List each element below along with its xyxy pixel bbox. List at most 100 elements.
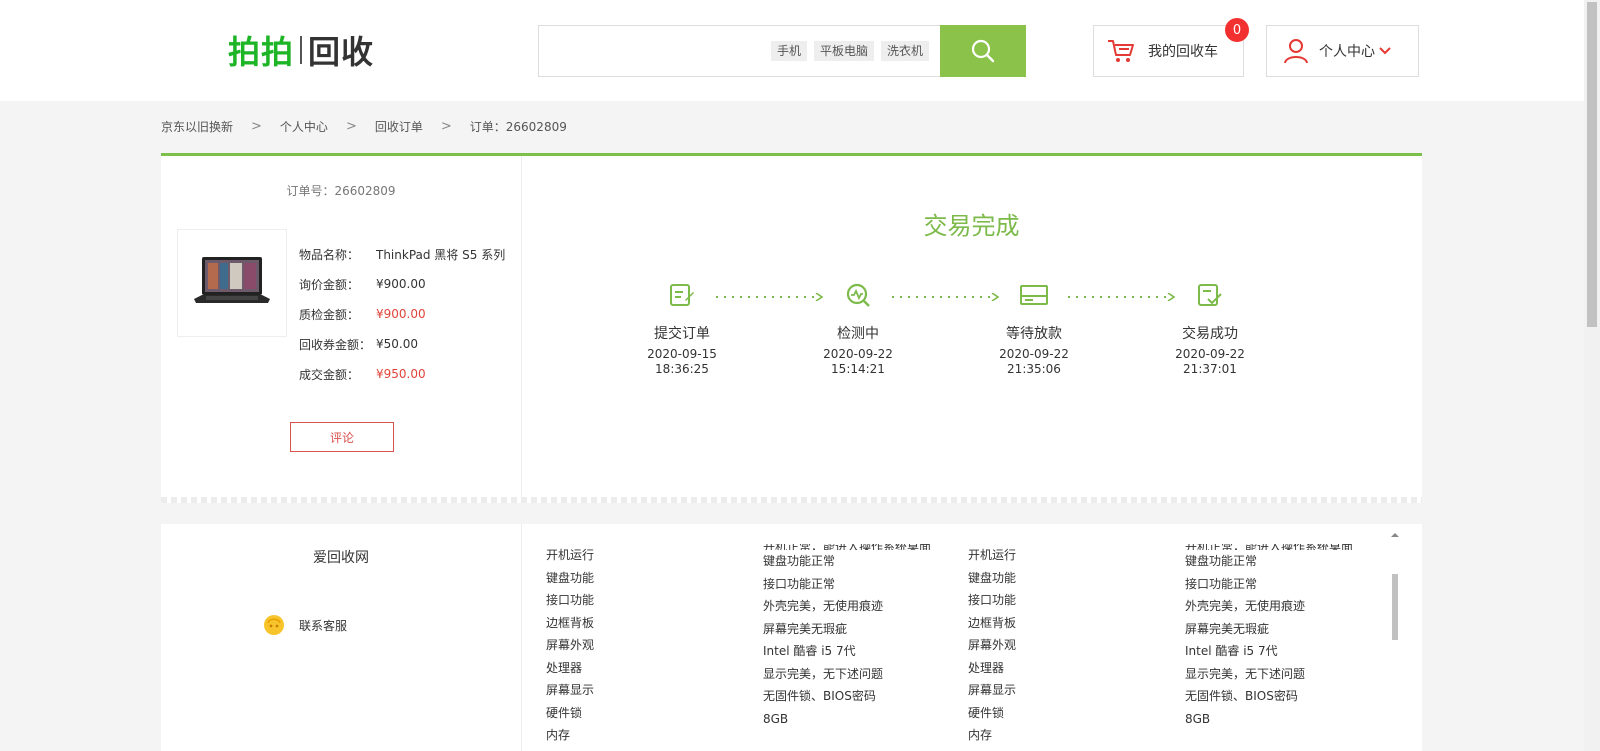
info-value: ¥50.00 xyxy=(376,337,418,351)
detail-value: Intel 酷睿 i5 7代 xyxy=(763,644,856,658)
detail-label: 内存 xyxy=(546,728,571,742)
detail-value: 接口功能正常 xyxy=(763,576,836,591)
search-button[interactable] xyxy=(940,25,1026,77)
search-icon xyxy=(971,39,995,63)
logo-separator xyxy=(300,36,303,64)
order-card: 订单号：26602809 物品名称： ThinkPad 黑将 S5 系列 询价金… xyxy=(161,153,1422,503)
info-label: 成交金额： xyxy=(299,367,360,382)
recycle-cart-button[interactable]: 我的回收车 0 xyxy=(1093,18,1249,77)
detail-value: 无固件锁、BIOS密码 xyxy=(1185,689,1298,703)
search-tag[interactable]: 洗衣机 xyxy=(880,41,929,61)
detail-label: 内存 xyxy=(968,728,993,742)
inspection-detail-card: 爱回收网 联系客服 开机运行 键盘功能 接口功能 边框背板 屏幕外观 处理器 屏… xyxy=(161,524,1422,751)
step-date: 2020-09-22 xyxy=(823,347,893,361)
detail-label: 屏幕显示 xyxy=(968,683,1017,697)
detail-labels-right: 开机运行 键盘功能 接口功能 边框背板 屏幕外观 处理器 屏幕显示 硬件锁 内存 xyxy=(968,544,1016,747)
detail-value: 显示完美，无下述问题 xyxy=(763,666,884,681)
site-logo[interactable]: 拍拍 回收 xyxy=(228,30,375,71)
inspect-icon xyxy=(846,283,870,307)
detail-label: 屏幕外观 xyxy=(968,638,1017,652)
check-document-icon xyxy=(1198,284,1222,306)
logo-brand: 拍拍 xyxy=(228,33,295,71)
contact-service-link[interactable]: 联系客服 xyxy=(263,614,347,636)
detail-value: 8GB xyxy=(763,711,789,726)
detail-label: 处理器 xyxy=(546,660,583,675)
step-time: 21:35:06 xyxy=(1007,362,1061,376)
detail-label: 硬件锁 xyxy=(968,705,1005,720)
search-tag[interactable]: 手机 xyxy=(770,41,807,61)
detail-label: 硬件锁 xyxy=(546,705,583,720)
shop-name: 爱回收网 xyxy=(313,550,369,566)
search-tags: 手机 平板电脑 洗衣机 xyxy=(770,41,929,61)
breadcrumb-separator: > xyxy=(251,119,262,134)
detail-scrollbar[interactable] xyxy=(1389,524,1401,751)
detail-value: 键盘功能正常 xyxy=(763,554,836,568)
info-value: ¥950.00 xyxy=(376,367,426,381)
detail-value: 键盘功能正常 xyxy=(1185,554,1258,568)
detail-value: 8GB xyxy=(1185,711,1211,726)
step-time: 15:14:21 xyxy=(831,362,885,376)
info-label: 回收券金额： xyxy=(299,337,372,352)
detail-label: 键盘功能 xyxy=(546,570,595,585)
info-value: ¥900.00 xyxy=(376,307,426,321)
info-value: ¥900.00 xyxy=(376,277,426,291)
detail-label: 接口功能 xyxy=(968,593,1017,607)
info-value: ThinkPad 黑将 S5 系列 xyxy=(376,247,506,262)
comment-button[interactable]: 评论 xyxy=(290,422,394,452)
step-date: 2020-09-15 xyxy=(647,347,717,361)
search-box[interactable]: 手机 平板电脑 洗衣机 xyxy=(538,25,1026,77)
order-number: 订单号：26602809 xyxy=(286,184,396,198)
detail-values-right: 开机正常，能进入操作系统桌面 键盘功能正常 接口功能正常 外壳完美，无使用痕迹 … xyxy=(1185,544,1353,730)
breadcrumb-item-current: 订单：26602809 xyxy=(469,120,567,134)
search-tag[interactable]: 平板电脑 xyxy=(813,41,874,61)
site-header: 拍拍 回收 手机 平板电脑 洗衣机 我的回收车 0 个人中心 xyxy=(0,0,1584,101)
detail-label: 边框背板 xyxy=(546,615,595,630)
cart-count-badge: 0 xyxy=(1225,18,1249,42)
edit-document-icon xyxy=(670,284,694,306)
step-name: 提交订单 xyxy=(654,326,710,342)
breadcrumb-item[interactable]: 京东以旧换新 xyxy=(161,118,233,135)
detail-value: Intel 酷睿 i5 7代 xyxy=(1185,644,1278,658)
page-scrollbar-thumb[interactable] xyxy=(1587,2,1597,327)
order-status-title: 交易完成 xyxy=(923,212,1020,240)
step-time: 21:37:01 xyxy=(1183,362,1237,376)
card-dashed-edge xyxy=(161,497,1422,503)
user-icon xyxy=(1284,39,1308,64)
detail-value: 接口功能正常 xyxy=(1185,576,1258,591)
cart-label: 我的回收车 xyxy=(1148,44,1218,60)
detail-label: 开机运行 xyxy=(968,548,1017,562)
step-name: 检测中 xyxy=(837,326,879,342)
step-date: 2020-09-22 xyxy=(999,347,1069,361)
scroll-up-arrow-icon[interactable] xyxy=(1389,530,1401,540)
breadcrumb-separator: > xyxy=(345,119,357,134)
detail-value: 屏幕完美无瑕疵 xyxy=(1185,621,1270,636)
customer-service-icon xyxy=(264,615,284,635)
detail-label: 接口功能 xyxy=(546,593,595,607)
page-scrollbar[interactable] xyxy=(1584,0,1600,751)
info-row: 回收券金额： ¥50.00 xyxy=(299,329,505,359)
card-icon xyxy=(1020,285,1048,305)
product-image[interactable] xyxy=(177,229,287,337)
breadcrumb-item[interactable]: 个人中心 xyxy=(280,118,328,135)
info-row: 物品名称： ThinkPad 黑将 S5 系列 xyxy=(299,239,505,269)
info-row: 质检金额： ¥900.00 xyxy=(299,299,505,329)
laptop-image xyxy=(194,257,270,303)
info-label: 询价金额： xyxy=(299,277,360,292)
detail-label: 边框背板 xyxy=(968,615,1017,630)
detail-value: 屏幕完美无瑕疵 xyxy=(763,621,848,636)
user-center-menu[interactable]: 个人中心 xyxy=(1266,25,1419,77)
user-center-label: 个人中心 xyxy=(1319,44,1375,60)
step-time: 18:36:25 xyxy=(655,362,709,376)
step-name: 交易成功 xyxy=(1182,326,1238,342)
detail-value: 显示完美，无下述问题 xyxy=(1185,666,1306,681)
contact-service-label: 联系客服 xyxy=(299,618,348,633)
step-date: 2020-09-22 xyxy=(1175,347,1245,361)
detail-values-left: 开机正常，能进入操作系统桌面 键盘功能正常 接口功能正常 外壳完美，无使用痕迹 … xyxy=(763,544,931,730)
step-name: 等待放款 xyxy=(1006,326,1062,342)
detail-scrollbar-thumb[interactable] xyxy=(1392,574,1398,640)
logo-product: 回收 xyxy=(308,33,375,71)
detail-value: 外壳完美，无使用痕迹 xyxy=(763,599,884,613)
detail-label: 屏幕显示 xyxy=(546,683,595,697)
breadcrumb-item[interactable]: 回收订单 xyxy=(375,118,423,135)
detail-label: 屏幕外观 xyxy=(546,638,595,652)
